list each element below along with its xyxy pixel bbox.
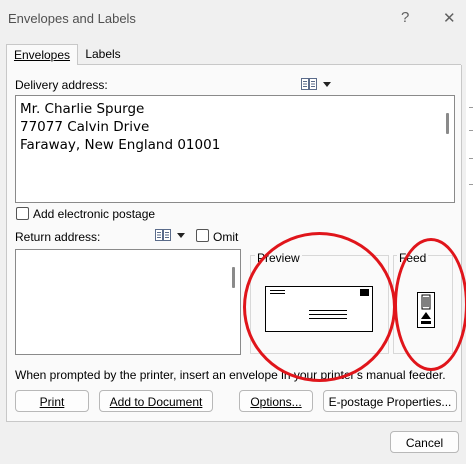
background-tick [469, 184, 473, 185]
add-to-document-label: Add to Document [109, 395, 203, 409]
epostage-properties-label: E-postage Properties... [328, 395, 452, 409]
delivery-scrollbar-thumb[interactable] [446, 113, 449, 134]
print-button-label: Print [39, 395, 65, 409]
tab-labels[interactable]: Labels [78, 44, 128, 65]
feed-instruction-text: When prompted by the printer, insert an … [15, 368, 446, 382]
return-address-label: Return address: [15, 230, 101, 244]
delivery-address-line: 77077 Calvin Drive [20, 119, 150, 135]
tab-envelopes-label: Envelopes [13, 48, 71, 62]
return-address-input[interactable] [15, 249, 241, 355]
background-tick [469, 107, 473, 108]
return-scrollbar-thumb[interactable] [232, 267, 235, 288]
address-book-icon [155, 229, 171, 241]
chevron-down-icon [323, 82, 331, 87]
address-book-icon [301, 78, 317, 90]
envelopes-and-labels-dialog: Envelopes and Labels ? ✕ Envelopes Label… [0, 0, 468, 464]
tab-labels-label: Labels [85, 47, 121, 61]
delivery-address-input[interactable]: Mr. Charlie Spurge 77077 Calvin Drive Fa… [15, 95, 455, 203]
electronic-postage-label: Add electronic postage [33, 207, 156, 221]
help-button[interactable]: ? [401, 9, 409, 26]
background-tick [469, 130, 473, 131]
preview-annotation-circle [243, 232, 396, 382]
print-button[interactable]: Print [15, 390, 89, 412]
add-to-document-button[interactable]: Add to Document [99, 390, 213, 412]
cancel-button[interactable]: Cancel [390, 431, 459, 453]
delivery-address-label: Delivery address: [15, 78, 108, 92]
options-button[interactable]: Options... [239, 390, 313, 412]
delivery-address-line: Mr. Charlie Spurge [20, 101, 145, 117]
epostage-properties-button[interactable]: E-postage Properties... [323, 390, 457, 412]
window-title: Envelopes and Labels [8, 11, 136, 26]
background-window-edge [466, 0, 474, 464]
cancel-label: Cancel [405, 436, 444, 450]
background-tick [469, 158, 473, 159]
omit-label: Omit [213, 230, 239, 244]
electronic-postage-checkbox[interactable] [16, 207, 29, 220]
feed-annotation-circle [394, 238, 468, 371]
tab-envelopes[interactable]: Envelopes [6, 44, 78, 67]
chevron-down-icon [177, 233, 185, 238]
title-bar: Envelopes and Labels ? ✕ [0, 0, 466, 38]
delivery-address-line: Faraway, New England 01001 [20, 137, 221, 153]
envelopes-panel: Delivery address: Mr. Charlie Spurge 770… [6, 65, 462, 422]
close-button[interactable]: ✕ [443, 9, 456, 27]
options-label: Options... [250, 395, 302, 409]
omit-checkbox[interactable] [196, 229, 209, 242]
